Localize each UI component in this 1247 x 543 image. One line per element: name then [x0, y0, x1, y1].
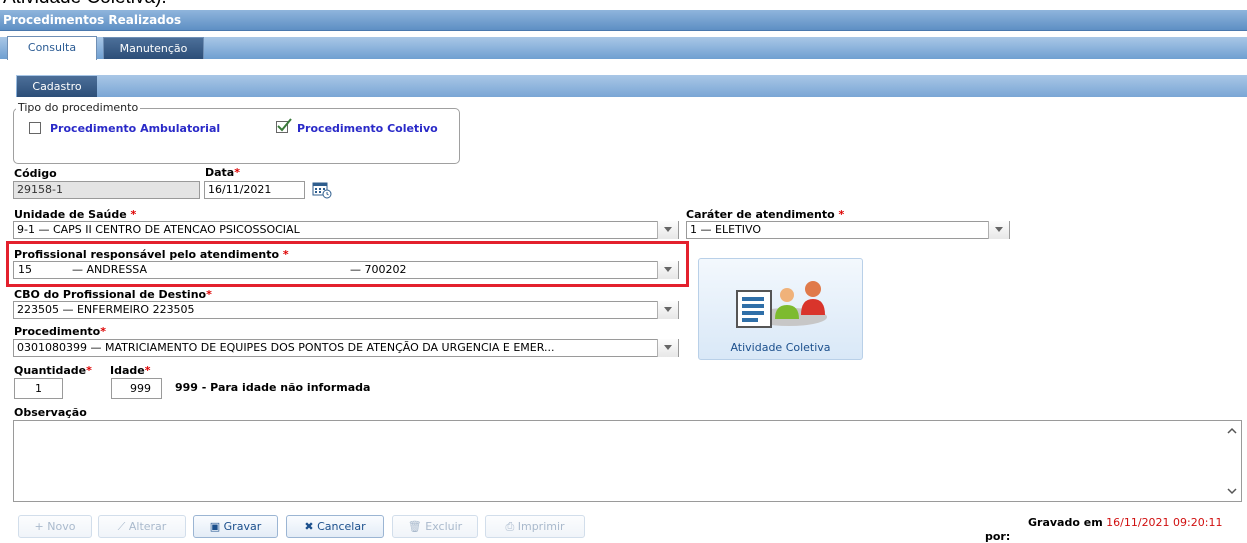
carater-dropdown-button[interactable]	[988, 221, 1009, 239]
codigo-field: 29158-1	[13, 181, 200, 199]
atividade-coletiva-button[interactable]: Atividade Coletiva	[698, 258, 863, 360]
procedimento-select[interactable]: 0301080399 — MATRICIAMENTO DE EQUIPES DO…	[13, 339, 679, 357]
observacao-textarea[interactable]	[13, 420, 1242, 502]
saved-by-label: por:	[985, 530, 1011, 543]
tab-consulta[interactable]: Consulta	[7, 36, 97, 60]
subtab-bar	[16, 75, 1247, 97]
printer-icon: ⎙	[505, 520, 518, 533]
coletivo-label[interactable]: Procedimento Coletivo	[297, 122, 438, 135]
carater-label: Caráter de atendimento *	[686, 208, 845, 221]
cbo-label: CBO do Profissional de Destino*	[14, 288, 212, 301]
quantidade-field[interactable]: 1	[14, 378, 63, 399]
idade-hint: 999 - Para idade não informada	[175, 381, 371, 394]
procedimento-value: 0301080399 — MATRICIAMENTO DE EQUIPES DO…	[17, 341, 555, 354]
procedimento-dropdown-button[interactable]	[657, 339, 678, 357]
saved-datetime: 16/11/2021 09:20:11	[1106, 516, 1223, 529]
codigo-label: Código	[14, 167, 57, 180]
cbo-dropdown-button[interactable]	[657, 301, 678, 319]
saved-prefix: Gravado em	[1028, 516, 1103, 529]
tipo-fieldset	[13, 108, 460, 164]
carater-select[interactable]: 1 — ELETIVO	[686, 221, 1010, 239]
carater-value: 1 — ELETIVO	[690, 223, 761, 236]
gravar-button[interactable]: ▣ Gravar	[193, 515, 278, 538]
tipo-legend: Tipo do procedimento	[16, 101, 141, 114]
data-field[interactable]: 16/11/2021	[204, 181, 305, 199]
highlight-box	[6, 241, 689, 287]
checkmark-icon	[277, 118, 292, 132]
calendar-icon[interactable]	[312, 181, 332, 199]
trash-icon: 🗑	[407, 520, 426, 533]
quantidade-label: Quantidade*	[14, 364, 92, 377]
procedimento-label: Procedimento*	[14, 325, 107, 338]
unidade-value: 9-1 — CAPS II CENTRO DE ATENCAO PSICOSSO…	[17, 223, 300, 236]
ambulatorial-label[interactable]: Procedimento Ambulatorial	[50, 122, 220, 135]
pencil-icon: ⟋	[117, 520, 129, 533]
alterar-button[interactable]: ⟋ Alterar	[98, 515, 186, 538]
saved-info: Gravado em 16/11/2021 09:20:11	[1028, 516, 1222, 529]
observacao-label: Observação	[14, 406, 87, 419]
subtab-cadastro[interactable]: Cadastro	[17, 76, 97, 97]
idade-field[interactable]: 999	[111, 378, 162, 399]
unidade-select[interactable]: 9-1 — CAPS II CENTRO DE ATENCAO PSICOSSO…	[13, 221, 679, 239]
tab-manutencao[interactable]: Manutenção	[103, 37, 204, 59]
data-label: Data*	[205, 166, 241, 179]
coletivo-checkbox[interactable]	[276, 118, 292, 133]
cancelar-button[interactable]: ✖ Cancelar	[286, 515, 384, 538]
novo-button[interactable]: + Novo	[18, 515, 92, 538]
close-icon: ✖	[304, 520, 318, 533]
idade-label: Idade*	[110, 364, 151, 377]
ambulatorial-checkbox[interactable]	[29, 122, 41, 134]
top-caption: Atividade Coletiva).	[3, 0, 167, 9]
unidade-dropdown-button[interactable]	[657, 221, 678, 239]
atividade-coletiva-label: Atividade Coletiva	[730, 341, 831, 354]
cbo-select[interactable]: 223505 — ENFERMEIRO 223505	[13, 301, 679, 319]
save-icon: ▣	[209, 520, 224, 533]
unidade-label: Unidade de Saúde *	[14, 208, 137, 221]
group-activity-icon	[736, 281, 827, 328]
excluir-button[interactable]: 🗑 Excluir	[392, 515, 478, 538]
observacao-scrollbar[interactable]	[1224, 422, 1240, 500]
imprimir-button[interactable]: ⎙ Imprimir	[485, 515, 585, 538]
window-title: Procedimentos Realizados	[0, 10, 1247, 31]
cbo-value: 223505 — ENFERMEIRO 223505	[17, 303, 195, 316]
